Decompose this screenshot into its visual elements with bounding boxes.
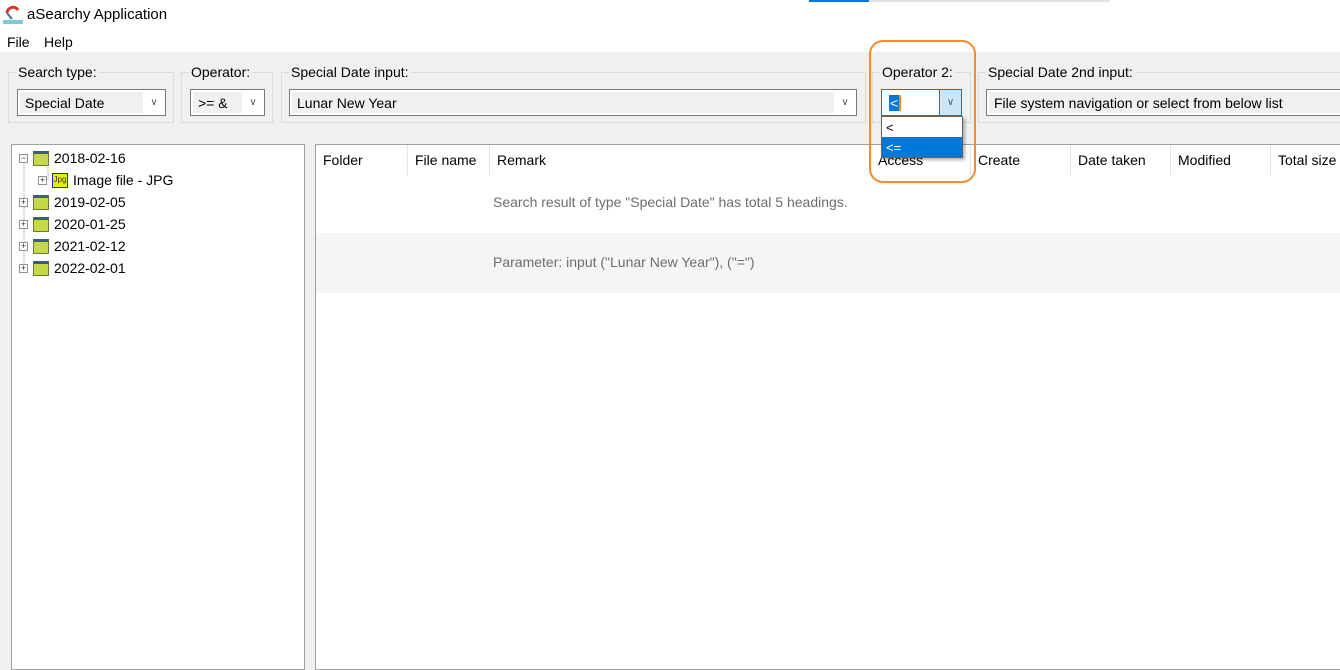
search-type-group: Search type: Special Date ∨ <box>8 64 174 123</box>
special-date-input-value: Lunar New Year <box>292 92 834 113</box>
app-icon <box>3 5 23 24</box>
progress-fill <box>809 0 870 2</box>
search-type-combo[interactable]: Special Date ∨ <box>17 89 166 116</box>
search-type-label: Search type: <box>16 64 99 80</box>
table-row[interactable]: Parameter: input ("Lunar New Year"), ("=… <box>316 233 1340 293</box>
row-remark: Search result of type "Special Date" has… <box>493 194 848 210</box>
menu-file[interactable]: File <box>7 34 30 50</box>
collapse-icon[interactable]: − <box>19 153 28 163</box>
expand-icon[interactable]: + <box>38 175 47 185</box>
date-tree[interactable]: − 2018-02-16 + Jpg Image file - JPG +2019-0… <box>11 144 305 670</box>
operator-value: >= & <box>193 92 242 113</box>
title-bar: aSearchy Application <box>0 0 1340 30</box>
special-date-input-label: Special Date input: <box>289 64 411 80</box>
menu-bar: File Help <box>0 30 1340 52</box>
search-toolbar: Search type: Special Date ∨ Operator: >=… <box>0 52 1340 126</box>
special-date-input-combo[interactable]: Lunar New Year ∨ <box>289 89 857 116</box>
column-header-date-taken[interactable]: Date taken <box>1071 145 1171 175</box>
row-remark: Parameter: input ("Lunar New Year"), ("=… <box>493 254 755 270</box>
operator-label: Operator: <box>189 64 253 80</box>
calendar-icon <box>33 238 49 254</box>
tree-node-2021-02-12[interactable]: +2021-02-12 <box>19 235 126 257</box>
column-header-file-name[interactable]: File name <box>408 145 490 175</box>
tree-node-label: 2018-02-16 <box>54 150 126 166</box>
expand-icon[interactable]: + <box>19 263 28 273</box>
tree-node-2022-02-01[interactable]: +2022-02-01 <box>19 257 126 279</box>
operator-group: Operator: >= & ∨ <box>181 64 273 123</box>
highlight-annotation <box>869 40 976 183</box>
calendar-icon <box>33 216 49 232</box>
operator-combo[interactable]: >= & ∨ <box>190 89 265 116</box>
chevron-down-icon[interactable]: ∨ <box>242 90 264 115</box>
column-header-create[interactable]: Create <box>971 145 1071 175</box>
tree-node-label: 2022-02-01 <box>54 260 126 276</box>
tree-node-label: 2020-01-25 <box>54 216 126 232</box>
tree-node-2018-02-16[interactable]: − 2018-02-16 <box>19 147 126 169</box>
column-header-folder[interactable]: Folder <box>316 145 408 175</box>
table-row[interactable]: Search result of type "Special Date" has… <box>316 173 1340 233</box>
tree-node-2019-02-05[interactable]: +2019-02-05 <box>19 191 126 213</box>
progress-bar <box>809 0 1110 2</box>
column-header-modified[interactable]: Modified <box>1171 145 1271 175</box>
column-header-total-size[interactable]: Total size <box>1271 145 1340 175</box>
special-date-2nd-input-value: File system navigation or select from be… <box>989 92 1340 113</box>
special-date-2nd-input-label: Special Date 2nd input: <box>986 64 1135 80</box>
search-type-value: Special Date <box>20 92 143 113</box>
window-title: aSearchy Application <box>27 6 168 23</box>
expand-icon[interactable]: + <box>19 241 28 251</box>
tree-node-label: 2019-02-05 <box>54 194 126 210</box>
column-header-remark[interactable]: Remark <box>490 145 871 175</box>
special-date-2nd-input-combo[interactable]: File system navigation or select from be… <box>986 89 1340 116</box>
chevron-down-icon[interactable]: ∨ <box>834 90 856 115</box>
results-list[interactable]: Folder File name Remark Access Create Da… <box>315 144 1340 670</box>
tree-node-label: Image file - JPG <box>73 172 174 188</box>
special-date-input-group: Special Date input: Lunar New Year ∨ <box>281 64 866 123</box>
expand-icon[interactable]: + <box>19 197 28 207</box>
expand-icon[interactable]: + <box>19 219 28 229</box>
calendar-icon <box>33 150 49 166</box>
special-date-2nd-input-group: Special Date 2nd input: File system navi… <box>978 64 1340 123</box>
chevron-down-icon[interactable]: ∨ <box>143 90 165 115</box>
tree-node-image-file-jpg[interactable]: + Jpg Image file - JPG <box>38 169 173 191</box>
tree-node-2020-01-25[interactable]: +2020-01-25 <box>19 213 126 235</box>
jpg-file-icon: Jpg <box>52 172 68 188</box>
calendar-icon <box>33 194 49 210</box>
menu-help[interactable]: Help <box>44 34 73 50</box>
calendar-icon <box>33 260 49 276</box>
tree-node-label: 2021-02-12 <box>54 238 126 254</box>
